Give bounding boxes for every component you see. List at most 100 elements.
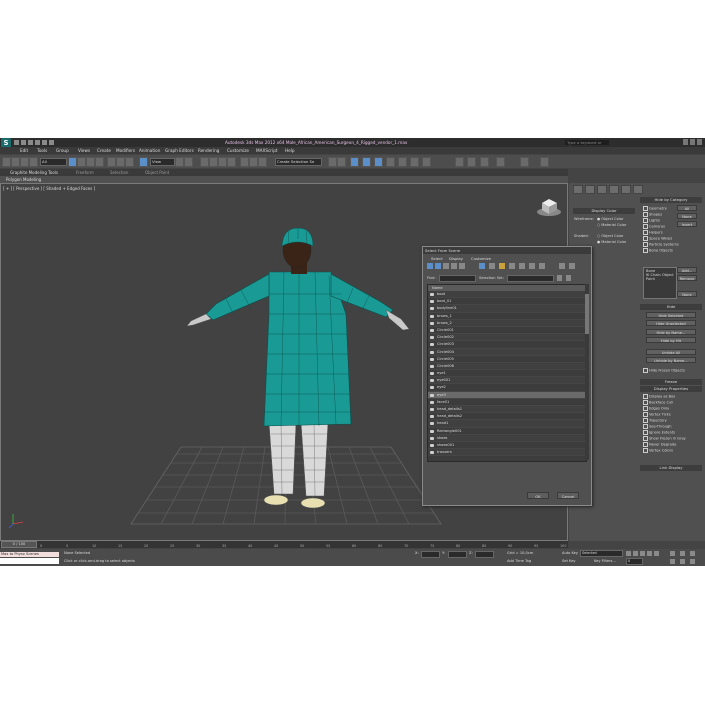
search-input[interactable]: Type a keyword or phrase — [565, 140, 609, 150]
filter-icon[interactable] — [569, 263, 575, 269]
selection-set-dropdown[interactable] — [507, 275, 554, 282]
go-to-start-icon[interactable] — [626, 551, 631, 556]
list-item[interactable]: face01 — [428, 399, 586, 406]
modify-tab-icon[interactable] — [585, 185, 595, 194]
category-shapes[interactable]: Shapes — [643, 212, 662, 217]
edit-named-selection-icon[interactable] — [240, 157, 249, 167]
shaded-object-color-radio[interactable]: ○ Object Color — [597, 234, 624, 238]
hide-frozen-checkbox[interactable]: Hide Frozen Objects — [643, 368, 685, 373]
list-item[interactable]: shoes001 — [428, 442, 586, 450]
maxscript-input[interactable] — [0, 558, 59, 564]
scrollbar-thumb[interactable] — [585, 294, 589, 334]
list-item[interactable]: Circle004 — [428, 348, 586, 356]
select-object-icon[interactable] — [68, 157, 77, 167]
cancel-button[interactable]: Cancel — [557, 492, 579, 499]
backface-cull-checkbox[interactable]: Backface Cull — [643, 400, 673, 405]
tab-selection[interactable]: Selection — [110, 170, 128, 175]
list-item[interactable]: head_details2 — [428, 413, 586, 421]
menu-help[interactable]: Help — [285, 148, 295, 153]
never-degrade-checkbox[interactable]: Never Degrade — [643, 442, 676, 447]
vertex-ticks-checkbox[interactable]: Vertex Ticks — [643, 412, 671, 417]
key-filters-button[interactable]: Key Filters... — [594, 559, 616, 563]
current-frame-field[interactable]: 0 — [626, 558, 643, 565]
display-containers-icon[interactable] — [489, 263, 495, 269]
select-by-name-icon[interactable] — [77, 157, 86, 167]
menu-rendering[interactable]: Rendering — [198, 148, 219, 153]
list-item[interactable]: eye001 — [428, 377, 586, 385]
percent-snap-icon[interactable] — [218, 157, 227, 167]
none-list-button[interactable]: None — [677, 291, 697, 297]
menu-group[interactable]: Group — [56, 148, 69, 153]
orbit-icon[interactable] — [680, 559, 685, 564]
go-to-end-icon[interactable] — [654, 551, 659, 556]
list-item[interactable]: shoes — [428, 434, 586, 442]
unhide-by-name-button[interactable]: Unhide by Name... — [646, 357, 696, 363]
rendered-frame-window-icon[interactable] — [398, 157, 407, 167]
none-button[interactable]: None — [677, 213, 697, 219]
dialog-title[interactable]: Select From Scene — [423, 247, 591, 254]
new-file-icon[interactable] — [14, 140, 19, 145]
object-list[interactable]: Name boot boot_01 bodyline01 brows_1 brows_2… — [427, 284, 587, 462]
list-item[interactable]: Rectangle001 — [428, 428, 586, 435]
close-icon[interactable] — [697, 139, 702, 145]
shaded-material-color-radio[interactable]: ● Material Color — [597, 240, 626, 244]
add-time-tag-button[interactable]: Add Time Tag — [507, 559, 531, 563]
display-shapes-icon[interactable] — [435, 263, 441, 269]
category-helpers[interactable]: Helpers — [643, 230, 663, 235]
redo-tool-icon[interactable] — [11, 157, 20, 167]
maxscript-listener[interactable]: Max to Physx Scenes — [0, 552, 59, 557]
mirror-icon[interactable] — [249, 157, 258, 167]
ribbon-panel-label[interactable]: Polygon Modeling — [6, 177, 41, 182]
dialog-menu-display[interactable]: Display — [449, 256, 463, 261]
snaps-toggle-icon[interactable] — [200, 157, 209, 167]
hide-by-name-button[interactable]: Hide by Name... — [646, 329, 696, 335]
move-icon[interactable] — [107, 157, 116, 167]
viewport-label[interactable]: [ + ] [ Perspective ] [ Shaded + Edged F… — [3, 186, 95, 191]
display-helpers-icon[interactable] — [459, 263, 465, 269]
display-cameras-icon[interactable] — [451, 263, 457, 269]
list-item[interactable]: Circle006 — [428, 362, 586, 371]
open-file-icon[interactable] — [21, 140, 26, 145]
render-setup-icon[interactable] — [386, 157, 395, 167]
all-button[interactable]: All — [677, 205, 697, 211]
list-item[interactable]: Point — [646, 277, 655, 281]
select-none-icon[interactable] — [529, 263, 535, 269]
tab-graphite-modeling-tools[interactable]: Graphite Modeling Tools — [10, 170, 58, 175]
x-coordinate-field[interactable] — [421, 551, 440, 558]
angle-snap-icon[interactable] — [209, 157, 218, 167]
extra-tool-4-icon[interactable] — [496, 157, 505, 167]
minimize-icon[interactable] — [683, 139, 688, 145]
schematic-view-icon[interactable] — [362, 157, 371, 167]
invert-button[interactable]: Invert — [677, 221, 697, 227]
display-color-rollout[interactable]: Display Color — [573, 208, 635, 214]
category-cameras[interactable]: Cameras — [643, 224, 665, 229]
hide-selected-button[interactable]: Hide Selected — [646, 312, 696, 318]
play-icon[interactable] — [640, 551, 645, 556]
extra-tool-2-icon[interactable] — [467, 157, 476, 167]
save-set-icon[interactable] — [557, 275, 562, 281]
y-coordinate-field[interactable] — [448, 551, 467, 558]
ref-coord-dropdown[interactable]: View — [150, 158, 175, 166]
rectangular-selection-icon[interactable] — [86, 157, 95, 167]
freeze-rollout[interactable]: Freeze — [640, 379, 702, 385]
edges-only-checkbox[interactable]: Edges Only — [643, 406, 669, 411]
undo-tool-icon[interactable] — [2, 157, 11, 167]
extra-tool-icon[interactable] — [455, 157, 464, 167]
previous-frame-icon[interactable] — [633, 551, 638, 556]
hide-by-hit-button[interactable]: Hide by Hit — [646, 337, 696, 343]
link-display-rollout[interactable]: Link Display — [640, 465, 702, 471]
remove-button[interactable]: Remove — [677, 275, 697, 281]
list-item[interactable]: Circle005 — [428, 356, 586, 363]
zoom-all-icon[interactable] — [680, 551, 685, 556]
select-manipulate-icon[interactable] — [184, 157, 193, 167]
sync-selection-icon[interactable] — [559, 263, 565, 269]
tab-freeform[interactable]: Freeform — [76, 170, 94, 175]
time-slider[interactable]: 0 / 100 — [1, 541, 37, 548]
display-tab-icon[interactable] — [621, 185, 631, 194]
menu-customize[interactable]: Customize — [227, 148, 249, 153]
unhide-all-button[interactable]: Unhide All — [646, 349, 696, 355]
next-frame-icon[interactable] — [647, 551, 652, 556]
hide-unselected-button[interactable]: Hide Unselected — [646, 320, 696, 326]
category-geometry[interactable]: Geometry — [643, 206, 667, 211]
category-list[interactable]: Bone IK Chain Object Point — [643, 267, 677, 299]
